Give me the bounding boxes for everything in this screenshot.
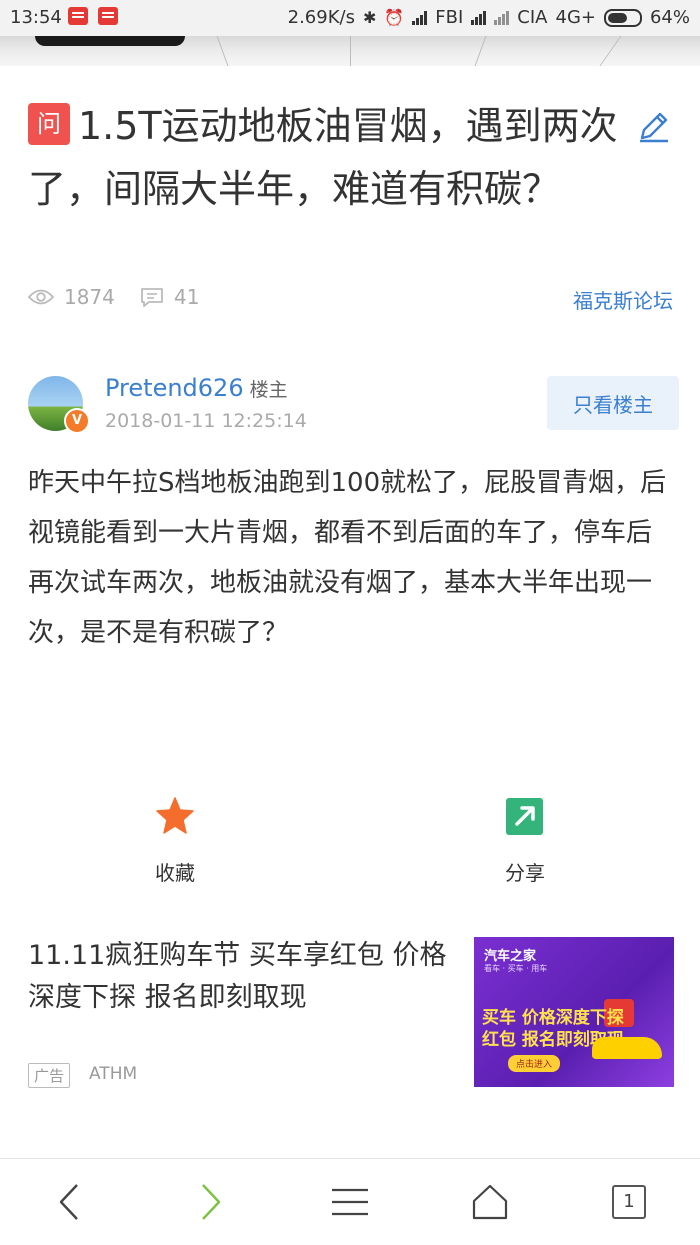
author-name[interactable]: Pretend626 [105,374,244,402]
network-type: 4G+ [555,7,596,28]
edit-icon[interactable] [636,108,672,144]
share-label: 分享 [505,861,545,885]
post-title-text: 1.5T运动地板油冒烟，遇到两次了，间隔大半年，难道有积碳？ [28,104,618,211]
status-time: 13:54 [10,7,62,28]
browser-nav-bar: 1 [0,1158,700,1245]
network-speed: 2.69K/s [287,7,355,28]
author-row: V Pretend626 楼主 2018-01-11 12:25:14 只看楼主 [28,374,680,434]
battery-fill [607,12,627,23]
post-body: 昨天中午拉S档地板油跑到100就松了，屁股冒青烟，后视镜能看到一大片青烟，都看不… [28,468,667,648]
tab-count: 1 [612,1185,646,1219]
post-actions: 收藏 分享 [0,795,700,895]
ad-image[interactable]: 汽车之家 看车 · 买车 · 用车 买车 价格深度下探 红包 报名即刻取现 点击… [474,937,674,1087]
question-badge: 问 [28,103,70,145]
signal-hd-icon [471,10,487,25]
avatar[interactable]: V [28,376,90,434]
home-icon [472,1184,508,1220]
home-button[interactable] [465,1179,515,1225]
battery-percent: 64% [649,7,690,28]
share-arrow-icon [506,798,543,835]
ad-source: ATHM [89,1064,138,1084]
comment-icon [141,288,163,307]
favorite-button[interactable]: 收藏 [115,795,235,886]
signal-weak-icon [494,10,510,25]
ad-tag: 广告 [28,1063,71,1088]
post-meta: 1874 41 福克斯论坛 [28,285,673,315]
floor-line [216,36,229,66]
star-icon [156,797,194,834]
post-header: 问 1.5T运动地板油冒烟，遇到两次了，间隔大半年，难道有积碳？ [28,95,628,221]
floor-line [599,36,622,66]
author-name-line: Pretend626 楼主 [105,374,288,402]
menu-icon [332,1188,368,1216]
favorite-label: 收藏 [155,861,195,885]
author-role: 楼主 [249,379,288,401]
ad-image-button: 点击进入 [508,1055,561,1072]
carrier-1: FBI [435,7,464,28]
comment-count[interactable]: 41 [140,285,199,309]
ad-image-brand-sub: 看车 · 买车 · 用车 [484,964,548,973]
comment-count-value: 41 [174,285,200,309]
floor-line [350,36,351,66]
ad-image-brand: 汽车之家 [484,949,537,964]
ad-title[interactable]: 11.11疯狂购车节 买车享红包 价格深度下探 报名即刻取现 [28,935,458,1019]
chevron-right-icon [202,1184,221,1220]
alarm-icon: ⏰ [384,8,405,27]
post-timestamp: 2018-01-11 12:25:14 [105,410,307,432]
view-count-value: 1874 [64,285,115,309]
tabs-button[interactable]: 1 [604,1179,654,1225]
ad-card[interactable]: 11.11疯狂购车节 买车享红包 价格深度下探 报名即刻取现 广告 ATHM 汽… [28,935,674,1090]
verified-badge: V [64,408,90,434]
sim-card-icon [68,7,88,25]
car-image-fragment [35,36,185,46]
post-title: 问 1.5T运动地板油冒烟，遇到两次了，间隔大半年，难道有积碳？ [28,95,628,221]
forum-link[interactable]: 福克斯论坛 [573,285,673,314]
menu-button[interactable] [325,1179,375,1225]
only-owner-button[interactable]: 只看楼主 [547,376,679,430]
signal-icon [412,10,428,25]
view-count: 1874 [28,285,115,309]
status-bar: 13:54 2.69K/s ✱ ⏰ FBI CIA 4G+ 64% [0,0,700,36]
sports-car-icon [592,1037,662,1059]
sim-card-icon [98,7,118,25]
eye-icon [28,289,54,305]
share-button[interactable]: 分享 [465,795,585,886]
forward-button[interactable] [186,1179,236,1225]
back-button[interactable] [44,1179,94,1225]
carrier-2: CIA [517,7,548,28]
status-right: 2.69K/s ✱ ⏰ FBI CIA 4G+ 64% [288,7,690,28]
header-image [0,36,700,66]
battery-icon [603,8,642,27]
floor-line [474,36,487,66]
chevron-left-icon [59,1184,78,1220]
bluetooth-icon: ✱ [362,8,377,27]
